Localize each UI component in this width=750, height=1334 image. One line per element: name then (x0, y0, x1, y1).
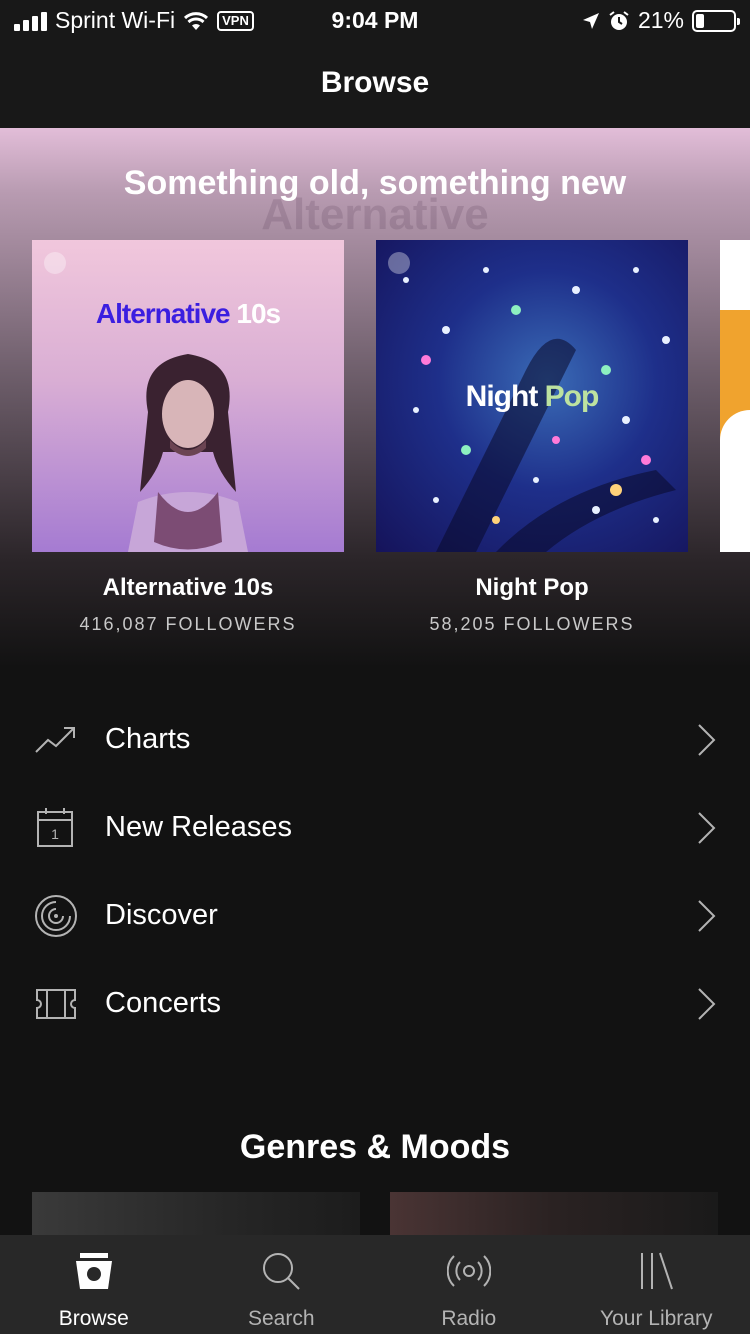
playlist-name[interactable]: Night Pop (376, 574, 688, 602)
tab-bar: Browse Search Radio Your Library (0, 1235, 750, 1334)
tab-label: Your Library (600, 1307, 713, 1330)
menu-item-label: Discover (105, 899, 218, 931)
library-icon (641, 1252, 674, 1290)
menu-item-label: New Releases (105, 811, 292, 843)
menu-item-concerts[interactable]: Concerts (0, 960, 750, 1048)
playlist-cover[interactable]: Alternative 10s (32, 240, 344, 552)
menu-item-discover[interactable]: Discover (0, 872, 750, 960)
menu-item-label: Concerts (105, 987, 222, 1019)
tab-label: Search (247, 1307, 315, 1330)
battery-percent: 21% (637, 7, 684, 33)
genres-title: Genres & Moods (239, 1128, 511, 1166)
tab-label: Browse (58, 1307, 129, 1330)
status-right: 21% (582, 7, 740, 34)
radio-icon (446, 1255, 491, 1287)
playlist-card-alternative-10s[interactable]: Alternative 10s Alternative 10s 416,087 … (32, 240, 344, 635)
spotify-logo-icon (44, 252, 66, 274)
search-icon (263, 1253, 300, 1290)
playlist-card-partial[interactable] (720, 240, 750, 552)
menu-item-new-releases[interactable]: 1 New Releases (0, 784, 750, 872)
alarm-icon (609, 10, 629, 30)
browse-icon (75, 1253, 112, 1289)
nav-bar: Browse (0, 40, 750, 128)
browse-menu: Charts 1 New Releases Discover Concerts (0, 696, 750, 1048)
chevron-right-icon (698, 812, 716, 844)
spotify-logo-icon (730, 252, 750, 274)
chevron-right-icon (698, 724, 716, 756)
ticket-icon (36, 989, 76, 1019)
playlist-followers: 416,087 FOLLOWERS (79, 614, 297, 634)
discover-icon (35, 895, 77, 937)
tab-label: Radio (441, 1307, 497, 1330)
page-title: Browse (320, 66, 430, 99)
menu-item-label: Charts (105, 723, 191, 755)
playlist-followers: 58,205 FOLLOWERS (429, 614, 635, 634)
artist-photo (128, 354, 248, 552)
calendar-icon: 1 (37, 808, 73, 847)
menu-item-charts[interactable]: Charts (0, 696, 750, 784)
tab-browse[interactable]: Browse (0, 1235, 188, 1334)
svg-text:1: 1 (51, 826, 59, 842)
cover-title: Alternative 10s (95, 298, 281, 329)
featured-title: Something old, something new (123, 164, 627, 202)
playlist-cover[interactable]: Night Pop (376, 240, 688, 552)
tab-radio[interactable]: Radio (375, 1235, 563, 1334)
tab-search[interactable]: Search (188, 1235, 376, 1334)
playlist-cover[interactable] (720, 240, 750, 552)
location-arrow-icon (582, 12, 599, 29)
featured-section: Alternative Something old, something new… (0, 128, 750, 668)
tab-your-library[interactable]: Your Library (563, 1235, 750, 1334)
battery-icon (692, 9, 740, 32)
chevron-right-icon (698, 988, 716, 1020)
cover-title: Night Pop (465, 380, 600, 413)
chevron-right-icon (698, 900, 716, 932)
status-bar: Sprint Wi-Fi VPN 9:04 PM 21% (0, 0, 750, 40)
playlist-name[interactable]: Alternative 10s (32, 574, 344, 602)
trending-up-icon (35, 727, 75, 753)
playlist-card-night-pop[interactable]: Night Pop Night Pop 58,205 FOLLOWERS (376, 240, 688, 635)
battery-fill (696, 13, 704, 28)
